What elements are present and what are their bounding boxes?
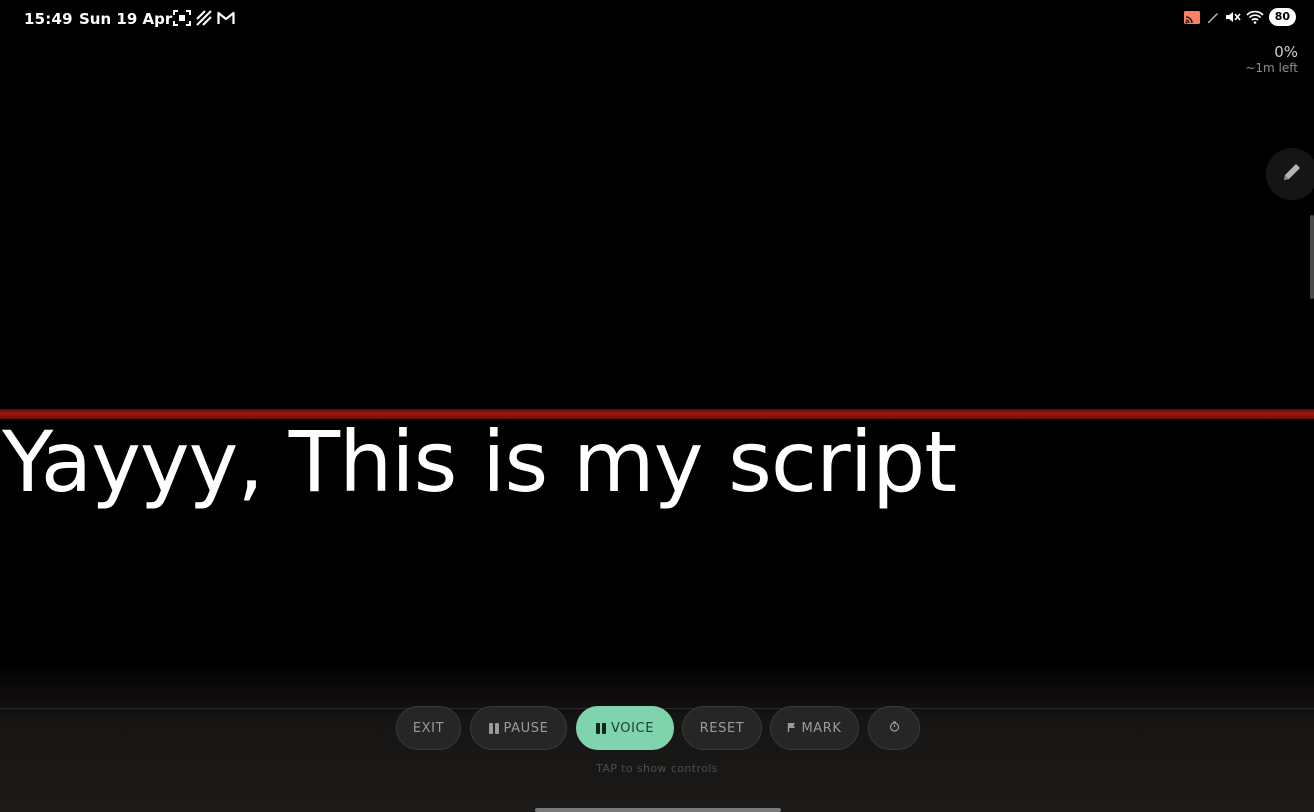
screenshot-icon — [173, 10, 191, 26]
time-remaining: ~1m left — [1245, 61, 1298, 75]
timer-icon — [889, 720, 900, 736]
pen-icon — [1206, 10, 1220, 24]
mark-label: MARK — [801, 720, 842, 736]
edge-drag-handle[interactable] — [1310, 215, 1314, 299]
progress-readout: 0% ~1m left — [1245, 43, 1298, 76]
voice-pause-icon — [595, 722, 606, 734]
timer-button[interactable] — [868, 706, 920, 750]
pencil-icon — [1280, 160, 1304, 188]
exit-button[interactable]: EXIT — [396, 706, 461, 750]
voice-button[interactable]: VOICE — [576, 706, 674, 750]
pause-button[interactable]: PAUSE — [470, 706, 567, 750]
status-time: 15:49 — [24, 10, 73, 28]
mark-button[interactable]: MARK — [770, 706, 859, 750]
gmail-icon — [217, 11, 235, 25]
progress-percent: 0% — [1274, 43, 1298, 61]
voice-label: VOICE — [610, 720, 655, 736]
wifi-icon — [1246, 10, 1264, 24]
cast-icon — [1183, 10, 1201, 25]
exit-label: EXIT — [412, 720, 445, 736]
flag-icon — [787, 721, 796, 736]
pause-icon — [488, 722, 499, 734]
status-right-icons: 80 — [1183, 8, 1296, 26]
reset-button[interactable]: RESET — [682, 706, 762, 750]
control-bar: EXIT PAUSE VOICE RESET MARK — [0, 706, 1314, 750]
mute-icon — [1225, 10, 1241, 24]
hatched-icon — [196, 10, 212, 26]
tap-hint: TAP to show controls — [596, 762, 718, 775]
pause-label: PAUSE — [503, 720, 549, 736]
status-bar: 15:49 Sun 19 Apr 80 — [0, 0, 1314, 38]
script-text: Yayyy, This is my script — [2, 413, 957, 511]
edit-script-button[interactable] — [1266, 148, 1314, 200]
home-indicator[interactable] — [535, 808, 781, 812]
teleprompter-screen[interactable]: 15:49 Sun 19 Apr 80 0% ~1m left Yayyy, T… — [0, 0, 1314, 812]
reset-label: RESET — [699, 720, 745, 736]
status-left-icons — [173, 10, 235, 26]
status-date: Sun 19 Apr — [79, 10, 173, 28]
battery-badge: 80 — [1268, 8, 1296, 26]
